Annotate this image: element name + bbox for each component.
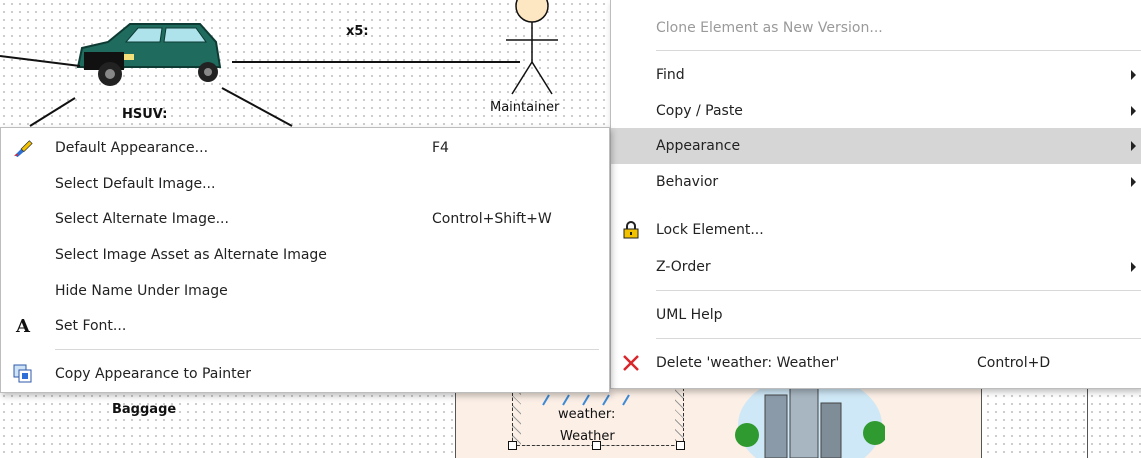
submenu-item-hide-name-under-image[interactable]: Hide Name Under Image <box>1 273 609 309</box>
menu-item-appearance[interactable]: Appearance <box>611 128 1141 164</box>
submenu-item-select-image-asset[interactable]: Select Image Asset as Alternate Image <box>1 237 609 273</box>
menu-separator <box>656 50 1141 51</box>
right-panel-divider <box>1087 385 1088 458</box>
submenu-item-copy-appearance[interactable]: Copy Appearance to Painter <box>1 356 609 392</box>
city-image[interactable] <box>735 385 885 458</box>
menu-item-delete[interactable]: Delete 'weather: Weather' Control+D <box>611 345 1141 381</box>
weather-label-line2: Weather <box>560 429 615 444</box>
submenu-item-select-default-image[interactable]: Select Default Image... <box>1 166 609 202</box>
submenu-arrow-icon <box>1131 141 1136 151</box>
submenu-separator <box>55 349 599 350</box>
submenu-arrow-icon <box>1131 106 1136 116</box>
menu-item-find[interactable]: Find <box>611 57 1141 93</box>
submenu-item-default-appearance[interactable]: Default Appearance... F4 <box>1 130 609 166</box>
weather-label-line1: weather: <box>558 407 616 422</box>
menu-item-copy-paste[interactable]: Copy / Paste <box>611 93 1141 129</box>
weather-element-selected[interactable]: weather: Weather <box>512 388 684 446</box>
appearance-submenu: Default Appearance... F4 Select Default … <box>0 127 610 393</box>
font-icon: A <box>16 315 30 337</box>
rain-icon <box>542 394 630 406</box>
resize-handle-left[interactable] <box>508 441 517 450</box>
padlock-icon <box>621 220 641 240</box>
submenu-arrow-icon <box>1131 177 1136 187</box>
submenu-arrow-icon <box>1131 262 1136 272</box>
menu-item-lock-element[interactable]: Lock Element... <box>611 212 1141 248</box>
submenu-item-select-alternate-image[interactable]: Select Alternate Image... Control+Shift+… <box>1 201 609 237</box>
menu-separator <box>656 290 1141 291</box>
hsuv-label: HSUV: <box>122 107 168 122</box>
menu-item-clone-element[interactable]: Clone Element as New Version... <box>611 10 1141 46</box>
context-menu: Clone Element as New Version... Find Cop… <box>610 0 1141 389</box>
delete-x-icon <box>621 353 641 373</box>
menu-separator <box>656 338 1141 339</box>
baggage-label: Baggage <box>112 402 177 417</box>
menu-item-behavior[interactable]: Behavior <box>611 164 1141 200</box>
paint-brush-icon <box>13 138 33 158</box>
maintainer-actor-icon[interactable] <box>500 0 570 100</box>
x5-label: x5: <box>346 24 369 39</box>
painter-icon <box>13 364 33 384</box>
menu-item-uml-help[interactable]: UML Help <box>611 297 1141 333</box>
resize-handle-right[interactable] <box>676 441 685 450</box>
maintainer-label: Maintainer <box>490 100 560 115</box>
menu-item-z-order[interactable]: Z-Order <box>611 249 1141 285</box>
submenu-item-set-font[interactable]: A Set Font... <box>1 308 609 344</box>
submenu-arrow-icon <box>1131 70 1136 80</box>
resize-handle-middle[interactable] <box>592 441 601 450</box>
